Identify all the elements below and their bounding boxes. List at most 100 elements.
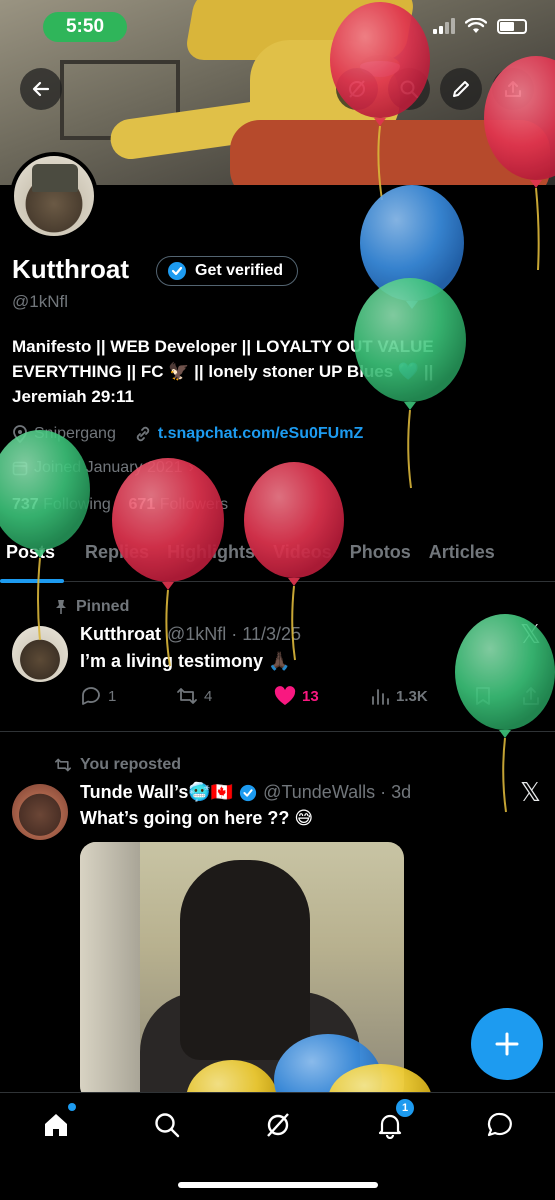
share-post-icon[interactable]: [522, 686, 540, 706]
pinned-post-actions: 1 4 13 1.3K: [80, 686, 540, 706]
repost-text: What’s going on here ?? 😅: [80, 808, 314, 828]
home-indicator[interactable]: [178, 1182, 378, 1188]
pinned-label: Pinned: [76, 598, 130, 615]
grok-icon: [267, 1113, 289, 1137]
follow-counts: 737 Following 671 Followers: [12, 496, 228, 514]
repost-count: 4: [204, 687, 213, 705]
banner-shirt-shape: [230, 120, 550, 185]
repost-avatar[interactable]: [12, 784, 68, 840]
profile-joined-row[interactable]: Joined January 2021 ›: [12, 459, 194, 477]
nav-home[interactable]: [38, 1103, 76, 1143]
share-icon: [505, 81, 521, 97]
x-logo-icon: 𝕏: [520, 778, 541, 808]
back-button[interactable]: [20, 68, 62, 110]
grok-icon: [349, 80, 365, 98]
nav-messages[interactable]: [482, 1107, 518, 1143]
profile-joined: Joined January 2021: [34, 459, 183, 476]
like-count: 13: [302, 687, 319, 705]
balloon-blue: [360, 185, 464, 309]
repost-context-icon: [55, 758, 71, 772]
x-logo-icon: 𝕏: [520, 620, 541, 650]
home-unread-dot: [68, 1103, 76, 1111]
followers-count[interactable]: 671: [129, 496, 156, 513]
chevron-right-icon: ›: [188, 459, 194, 476]
location-icon: [13, 425, 27, 443]
repost-media-image[interactable]: [80, 842, 404, 1102]
battery-icon: [497, 18, 527, 34]
calendar-icon: [12, 461, 28, 476]
plus-icon: [495, 1032, 519, 1056]
followers-label[interactable]: Followers: [160, 496, 228, 513]
repost-action[interactable]: 4: [176, 686, 274, 706]
wifi-icon: [465, 18, 487, 33]
search-icon: [155, 1113, 180, 1138]
bookmark-icon[interactable]: [474, 686, 492, 706]
profile-name: Kutthroat: [12, 254, 129, 284]
tab-highlights[interactable]: Highlights: [161, 536, 267, 582]
views-action[interactable]: 1.3K: [370, 687, 470, 705]
nav-notifications[interactable]: 1: [372, 1099, 414, 1143]
search-button[interactable]: [388, 68, 430, 110]
tab-articles[interactable]: Articles: [423, 536, 507, 582]
notifications-badge: 1: [396, 1099, 414, 1117]
reply-count: 1: [108, 687, 117, 705]
profile-bio: Manifesto || WEB Developer || LOYALTY OU…: [12, 334, 512, 409]
repost-icon: [177, 688, 197, 704]
tab-replies[interactable]: Replies: [79, 536, 161, 582]
pinned-post-text: I’m a living testimony 🙏🏿: [80, 651, 291, 671]
like-action[interactable]: 13: [274, 686, 370, 706]
repost-handle-time: @TundeWalls · 3d: [263, 782, 412, 802]
search-icon: [400, 80, 418, 98]
home-icon: [45, 1114, 67, 1136]
bio-line-3: Jeremiah 29:11: [12, 387, 134, 406]
tab-photos[interactable]: Photos: [344, 536, 423, 582]
edit-button[interactable]: [440, 68, 482, 110]
repost-context-label: You reposted: [80, 756, 182, 773]
bio-line-2: EVERYTHING || FC 🦅 || lonely stoner UP B…: [12, 362, 434, 381]
profile-tabs: Posts Replies Highlights Videos Photos A…: [0, 536, 555, 583]
repost-context: You reposted: [54, 756, 181, 774]
repost-author[interactable]: Tunde Wall’s🥶🇨🇦: [80, 782, 233, 803]
tab-videos[interactable]: Videos: [267, 536, 344, 582]
pin-icon: [56, 600, 66, 614]
back-arrow-icon: [32, 81, 50, 97]
profile-meta-row: Snipergang t.snapchat.com/eSu0FUmZ: [12, 425, 363, 443]
bio-line-1: Manifesto || WEB Developer || LOYALTY OU…: [12, 337, 434, 356]
profile-avatar[interactable]: [10, 152, 98, 240]
media-curtain-shape: [80, 842, 140, 1102]
edit-icon: [453, 81, 469, 97]
profile-link[interactable]: t.snapchat.com/eSu0FUmZ: [158, 425, 363, 443]
verified-badge-icon: [240, 784, 257, 801]
get-verified-button[interactable]: Get verified: [156, 256, 299, 286]
post-author[interactable]: Kutthroat: [80, 624, 161, 645]
following-label[interactable]: Following: [43, 496, 111, 513]
heart-icon: [274, 686, 296, 705]
reply-action[interactable]: 1: [80, 686, 176, 706]
link-icon: [136, 426, 150, 442]
avatar-hat-shape: [32, 164, 78, 192]
profile-handle: @1kNfl: [12, 292, 68, 311]
messages-icon: [487, 1112, 512, 1137]
views-icon: [372, 689, 389, 705]
repost-header: Tunde Wall’s🥶🇨🇦 @TundeWalls · 3d: [80, 782, 411, 803]
grok-button[interactable]: [336, 68, 378, 110]
status-icons: [433, 18, 527, 34]
share-button[interactable]: [492, 68, 534, 110]
tab-posts[interactable]: Posts: [0, 536, 67, 583]
profile-location: Snipergang: [34, 425, 116, 442]
post-divider: [0, 731, 555, 732]
post-handle-time: @1kNfl · 11/3/25: [166, 624, 301, 644]
pinned-post-header: Kutthroat @1kNfl · 11/3/25: [80, 624, 301, 645]
status-time: 5:50: [43, 12, 127, 42]
get-verified-label: Get verified: [195, 262, 284, 279]
compose-button[interactable]: [471, 1008, 543, 1080]
pinned-context: Pinned: [54, 598, 129, 616]
nav-search[interactable]: [149, 1107, 185, 1143]
verified-badge-icon: [168, 262, 186, 280]
view-count: 1.3K: [396, 687, 428, 705]
reply-icon: [82, 687, 100, 705]
nav-grok[interactable]: [260, 1107, 296, 1143]
post-avatar[interactable]: [12, 626, 68, 682]
signal-icon: [433, 18, 455, 34]
following-count[interactable]: 737: [12, 496, 39, 513]
